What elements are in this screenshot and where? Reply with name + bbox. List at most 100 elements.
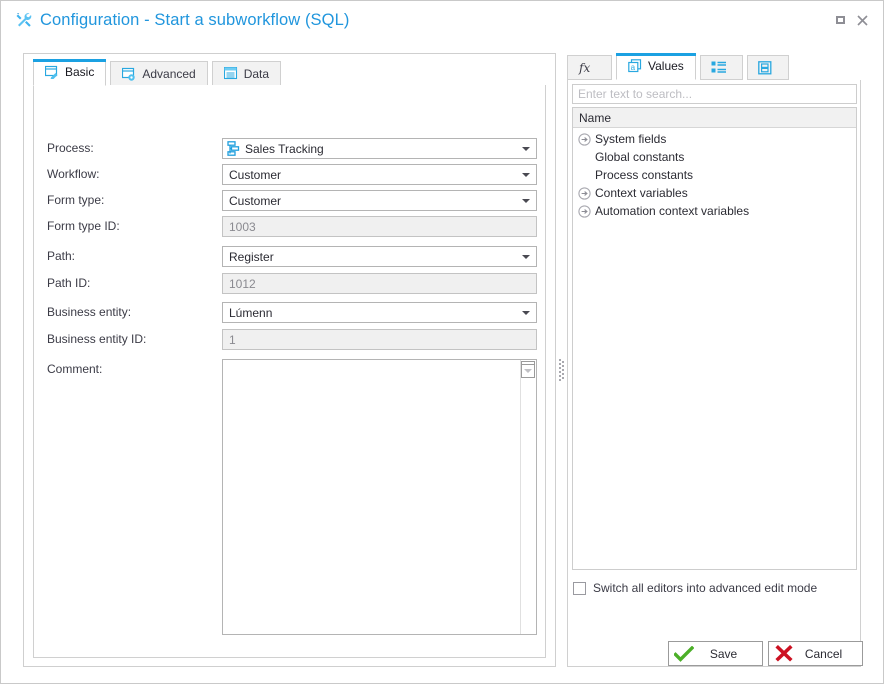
close-icon bbox=[856, 14, 868, 26]
tree-item-process-constants[interactable]: Process constants bbox=[573, 166, 856, 184]
basic-tabstrip: Basic Advanced Data bbox=[33, 59, 546, 86]
advanced-edit-mode-checkbox[interactable] bbox=[573, 581, 586, 595]
configuration-dialog: Configuration - Start a subworkflow (SQL… bbox=[0, 0, 884, 684]
expand-arrow-icon[interactable] bbox=[577, 132, 592, 147]
basic-tab-page: Process: Sales Tracking Workflow: Custom… bbox=[33, 85, 546, 658]
advanced-edit-mode-row[interactable]: Switch all editors into advanced edit mo… bbox=[573, 581, 817, 595]
values-a-icon: a bbox=[628, 59, 643, 73]
tab-list[interactable] bbox=[699, 55, 743, 80]
workflow-value: Customer bbox=[229, 167, 282, 182]
close-button[interactable] bbox=[851, 9, 873, 31]
row-business-entity-id: Business entity ID: 1 bbox=[47, 329, 537, 351]
chevron-down-icon[interactable] bbox=[519, 191, 533, 210]
tools-icon bbox=[15, 11, 33, 29]
tree-item-system-fields[interactable]: System fields bbox=[573, 130, 856, 148]
tab-basic-label: Basic bbox=[65, 65, 95, 79]
tab-advanced-label: Advanced bbox=[142, 66, 196, 81]
tree-item-label: Global constants bbox=[595, 150, 685, 164]
expand-arrow-icon[interactable] bbox=[577, 186, 592, 201]
comment-scrollbar[interactable] bbox=[520, 360, 536, 634]
chevron-down-icon[interactable] bbox=[519, 139, 533, 158]
tree-item-automation-context-variables[interactable]: Automation context variables bbox=[573, 202, 856, 220]
row-business-entity: Business entity: Lúmenn bbox=[47, 302, 537, 324]
tab-data-label: Data bbox=[243, 66, 270, 81]
scroll-down-icon[interactable] bbox=[521, 364, 535, 378]
expand-arrow-icon[interactable] bbox=[577, 204, 592, 219]
row-path-id: Path ID: 1012 bbox=[47, 273, 537, 295]
form-type-id-label: Form type ID: bbox=[47, 219, 120, 233]
cross-icon bbox=[773, 645, 795, 663]
form-type-id-value: 1003 bbox=[229, 219, 256, 234]
dialog-body: Basic Advanced Data Process: Sales Track… bbox=[1, 39, 883, 683]
values-tab-page: Enter text to search... Name System fiel… bbox=[567, 80, 861, 667]
data-list-icon bbox=[223, 67, 239, 80]
row-form-type: Form type: Customer bbox=[47, 190, 537, 212]
tab-function[interactable]: fx bbox=[567, 55, 612, 80]
workflow-label: Workflow: bbox=[47, 167, 100, 181]
business-entity-id-field: 1 bbox=[222, 329, 537, 350]
tab-advanced[interactable]: Advanced bbox=[110, 61, 208, 86]
path-combo[interactable]: Register bbox=[222, 246, 537, 267]
tree-item-label: System fields bbox=[595, 132, 667, 146]
chevron-down-icon[interactable] bbox=[519, 247, 533, 266]
path-value: Register bbox=[229, 249, 274, 264]
comment-label: Comment: bbox=[47, 362, 103, 376]
dialog-footer: Save Cancel bbox=[1, 637, 883, 683]
row-path: Path: Register bbox=[47, 246, 537, 268]
tab-form[interactable] bbox=[746, 55, 789, 80]
process-label: Process: bbox=[47, 141, 94, 155]
form-type-label: Form type: bbox=[47, 193, 105, 207]
tree-item-context-variables[interactable]: Context variables bbox=[573, 184, 856, 202]
left-group-panel: Basic Advanced Data Process: Sales Track… bbox=[23, 53, 556, 667]
maximize-button[interactable] bbox=[829, 9, 851, 31]
form-type-value: Customer bbox=[229, 193, 282, 208]
row-form-type-id: Form type ID: 1003 bbox=[47, 216, 537, 238]
cancel-button-label: Cancel bbox=[804, 646, 843, 661]
process-combo[interactable]: Sales Tracking bbox=[222, 138, 537, 159]
process-diagram-icon bbox=[227, 141, 242, 156]
panel-splitter[interactable] bbox=[557, 359, 565, 399]
values-tree: System fields Global constants Process c… bbox=[573, 128, 856, 220]
svg-text:a: a bbox=[631, 63, 636, 72]
path-label: Path: bbox=[47, 249, 76, 263]
save-button-label: Save bbox=[709, 646, 738, 661]
tab-data[interactable]: Data bbox=[211, 61, 282, 86]
page-title: Configuration - Start a subworkflow (SQL… bbox=[40, 10, 350, 29]
search-input[interactable]: Enter text to search... bbox=[572, 84, 857, 104]
business-entity-label: Business entity: bbox=[47, 305, 132, 319]
business-entity-combo[interactable]: Lúmenn bbox=[222, 302, 537, 323]
advanced-edit-mode-label: Switch all editors into advanced edit mo… bbox=[593, 581, 818, 595]
path-id-field: 1012 bbox=[222, 273, 537, 294]
title-bar: Configuration - Start a subworkflow (SQL… bbox=[1, 1, 883, 39]
search-placeholder: Enter text to search... bbox=[578, 87, 693, 101]
business-entity-id-label: Business entity ID: bbox=[47, 332, 147, 346]
path-id-label: Path ID: bbox=[47, 276, 91, 290]
save-button[interactable]: Save bbox=[668, 641, 763, 666]
tab-values[interactable]: a Values bbox=[616, 53, 696, 80]
process-value: Sales Tracking bbox=[245, 141, 324, 156]
tab-values-label: Values bbox=[648, 59, 684, 73]
list-blocks-icon bbox=[711, 61, 727, 75]
business-entity-value: Lúmenn bbox=[229, 305, 273, 320]
tab-basic[interactable]: Basic bbox=[33, 59, 107, 86]
tree-item-label: Context variables bbox=[595, 186, 688, 200]
tree-item-label: Process constants bbox=[595, 168, 694, 182]
row-workflow: Workflow: Customer bbox=[47, 164, 537, 186]
path-id-value: 1012 bbox=[229, 276, 256, 291]
check-icon bbox=[673, 645, 695, 663]
tree-item-label: Automation context variables bbox=[595, 204, 750, 218]
column-header-name-label: Name bbox=[579, 110, 612, 125]
form-type-combo[interactable]: Customer bbox=[222, 190, 537, 211]
form-pencil-icon bbox=[45, 65, 60, 79]
tree-item-global-constants[interactable]: Global constants bbox=[573, 148, 856, 166]
form-box-icon bbox=[757, 60, 773, 75]
cancel-button[interactable]: Cancel bbox=[768, 641, 863, 666]
comment-textarea[interactable] bbox=[222, 359, 537, 635]
function-fx-icon: fx bbox=[578, 60, 596, 75]
workflow-combo[interactable]: Customer bbox=[222, 164, 537, 185]
maximize-icon bbox=[835, 16, 845, 24]
values-tree-grid: Name System fields Global constants Proc… bbox=[572, 107, 857, 570]
chevron-down-icon[interactable] bbox=[519, 165, 533, 184]
row-process: Process: Sales Tracking bbox=[47, 138, 537, 160]
chevron-down-icon[interactable] bbox=[519, 303, 533, 322]
